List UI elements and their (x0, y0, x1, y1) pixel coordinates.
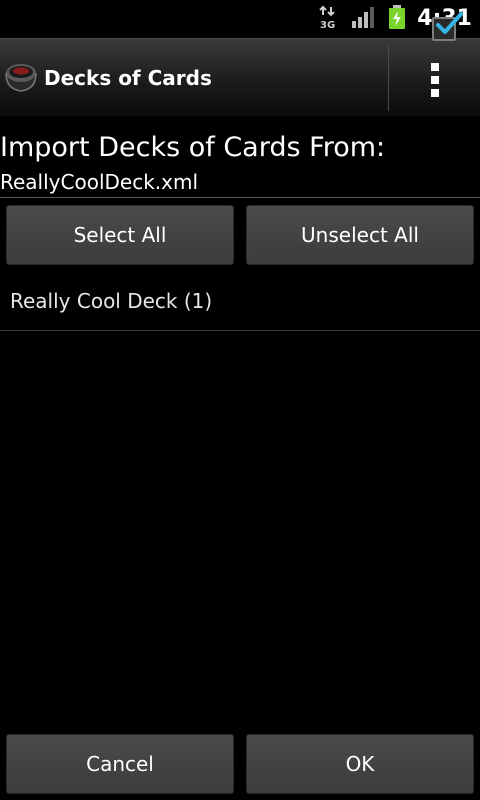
import-file-name: ReallyCoolDeck.xml (0, 170, 199, 194)
select-all-button[interactable]: Select All (6, 205, 234, 265)
battery-charging-icon (387, 4, 407, 34)
overflow-menu-button[interactable] (389, 39, 480, 117)
cancel-button[interactable]: Cancel (6, 734, 234, 794)
action-bar: Decks of Cards (0, 38, 480, 116)
checkmark-icon (434, 10, 464, 40)
deck-list-item[interactable]: Really Cool Deck (1) (0, 272, 480, 330)
import-heading: Import Decks of Cards From: (0, 132, 386, 163)
unselect-all-button[interactable]: Unselect All (246, 205, 474, 265)
deck-item-label: Really Cool Deck (1) (10, 289, 213, 313)
app-title: Decks of Cards (44, 66, 212, 90)
ok-button[interactable]: OK (246, 734, 474, 794)
deck-box-icon[interactable] (4, 59, 38, 93)
list-divider (0, 330, 480, 331)
divider (0, 197, 480, 198)
signal-strength-icon (351, 5, 377, 33)
3g-data-icon: 3G (319, 5, 341, 33)
svg-text:3G: 3G (320, 20, 335, 29)
status-bar: 3G 4:31 (0, 0, 480, 38)
